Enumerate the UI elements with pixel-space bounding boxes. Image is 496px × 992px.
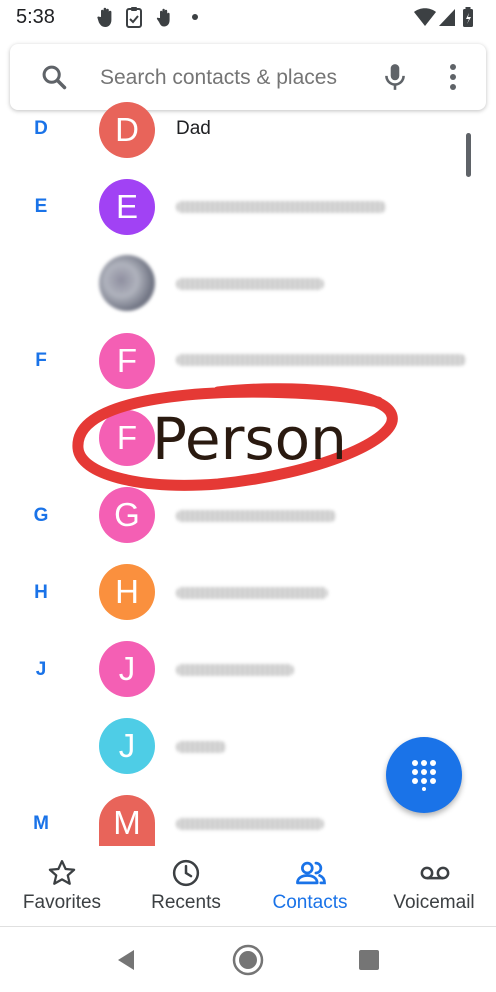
tab-contacts[interactable]: Contacts <box>248 846 372 926</box>
star-icon <box>48 860 76 885</box>
section-letter: F <box>35 350 47 371</box>
back-icon[interactable] <box>114 948 138 972</box>
scrollbar[interactable] <box>466 133 471 177</box>
tab-label: Voicemail <box>393 892 475 913</box>
blurred-contact-name[interactable] <box>176 818 324 830</box>
section-letter: G <box>33 505 49 526</box>
avatar[interactable]: D <box>99 102 155 158</box>
mic-icon[interactable] <box>382 62 408 92</box>
wifi-icon <box>414 8 436 26</box>
blurred-contact-name[interactable] <box>176 278 324 290</box>
section-letter: D <box>34 118 48 139</box>
section-letter: J <box>35 659 47 680</box>
section-letter: M <box>33 813 49 834</box>
avatar[interactable]: J <box>99 718 155 774</box>
blurred-contact-name[interactable] <box>176 201 386 213</box>
clock-icon <box>172 859 200 887</box>
notification-dot-icon <box>192 14 198 20</box>
tab-label: Favorites <box>22 892 102 913</box>
system-nav-bar <box>0 927 496 992</box>
avatar[interactable]: H <box>99 564 155 620</box>
hand-wave-icon <box>156 8 170 27</box>
blurred-contact-name[interactable] <box>176 587 328 599</box>
blurred-contact-name[interactable] <box>176 664 294 676</box>
home-icon[interactable] <box>232 944 264 976</box>
hand-icon <box>97 7 112 27</box>
status-bar: 5:38 <box>0 0 496 34</box>
tab-voicemail[interactable]: Voicemail <box>372 846 496 926</box>
tab-label: Recents <box>151 892 221 913</box>
tab-recents[interactable]: Recents <box>124 846 248 926</box>
avatar-photo[interactable] <box>99 255 155 311</box>
avatar[interactable]: M <box>99 795 155 846</box>
status-time: 5:38 <box>16 6 55 28</box>
contact-name[interactable]: Dad <box>176 118 211 140</box>
tab-favorites[interactable]: Favorites <box>0 846 124 926</box>
battery-icon <box>463 7 473 27</box>
section-letter: E <box>34 196 48 217</box>
blurred-contact-name[interactable] <box>176 741 226 753</box>
search-input[interactable]: Search contacts & places <box>100 66 337 90</box>
annotation-text: Person <box>152 405 347 473</box>
clipboard-icon <box>126 7 142 28</box>
blurred-contact-name[interactable] <box>176 510 336 522</box>
search-bar[interactable]: Search contacts & places <box>10 44 486 110</box>
overview-icon[interactable] <box>358 949 380 971</box>
cell-signal-icon <box>439 9 455 26</box>
search-icon[interactable] <box>40 63 68 91</box>
tab-label: Contacts <box>272 892 348 913</box>
avatar[interactable]: J <box>99 641 155 697</box>
more-vert-icon[interactable] <box>448 62 458 92</box>
people-icon <box>296 861 326 885</box>
dialpad-button[interactable] <box>386 737 462 813</box>
bottom-nav: Favorites Recents Contacts Voicemail <box>0 846 496 927</box>
voicemail-icon <box>420 866 450 880</box>
avatar[interactable]: E <box>99 179 155 235</box>
section-letter: H <box>34 582 48 603</box>
dialpad-icon <box>412 760 436 791</box>
blurred-contact-name[interactable] <box>176 354 466 366</box>
